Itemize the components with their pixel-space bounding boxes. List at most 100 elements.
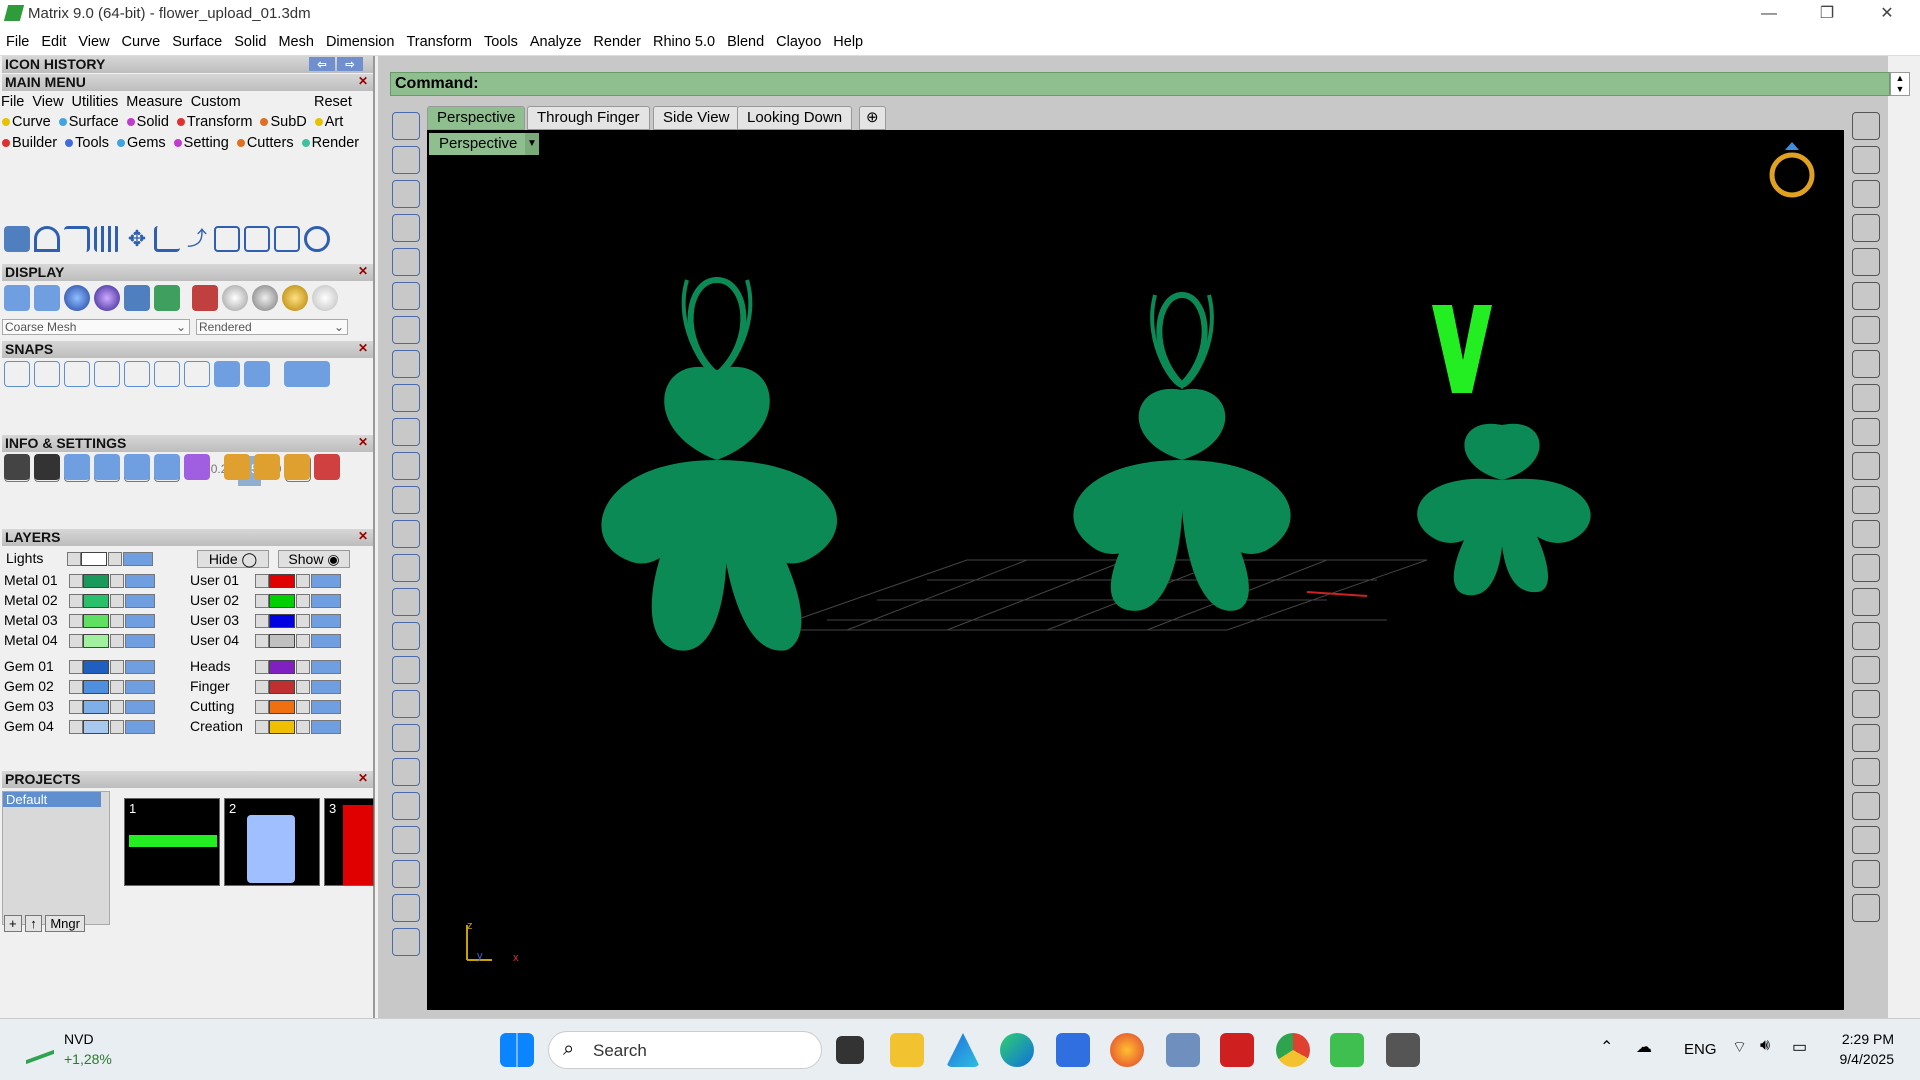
layer-name[interactable]: Gem 01: [4, 658, 68, 674]
lock-icon[interactable]: [296, 720, 310, 735]
render-mode-select[interactable]: Rendered ⌄: [196, 319, 348, 335]
layer-visible-icon[interactable]: [311, 660, 341, 675]
split-tool-icon[interactable]: [214, 226, 240, 252]
snap-near-icon[interactable]: [34, 361, 60, 387]
layer-color-swatch[interactable]: [83, 574, 109, 589]
expand-icon[interactable]: [255, 700, 269, 715]
layer-name[interactable]: Cutting: [190, 698, 254, 714]
layer-color-swatch[interactable]: [83, 614, 109, 629]
lock-icon[interactable]: [110, 614, 124, 629]
layer-row[interactable]: Metal 02: [4, 592, 155, 612]
maximize-button[interactable]: ❐: [1804, 0, 1850, 28]
mm-gems[interactable]: Gems: [117, 135, 166, 151]
mm-view[interactable]: View: [32, 94, 63, 110]
expand-icon[interactable]: [255, 660, 269, 675]
layer-row[interactable]: Gem 03: [4, 698, 155, 718]
project-default[interactable]: Default: [3, 792, 101, 807]
toolbar-tool-icon[interactable]: [392, 894, 420, 922]
close-icon[interactable]: ✕: [356, 772, 370, 786]
layer-name[interactable]: Gem 02: [4, 678, 68, 694]
layer-color-swatch[interactable]: [83, 680, 109, 695]
toolbar-tool-icon[interactable]: [392, 248, 420, 276]
lock-icon[interactable]: [110, 720, 124, 735]
toolbar-tool-icon[interactable]: [1852, 112, 1880, 140]
layer-visible-icon[interactable]: [125, 574, 155, 589]
menu-surface[interactable]: Surface: [166, 28, 228, 50]
toolbar-tool-icon[interactable]: [392, 214, 420, 242]
mm-setting[interactable]: Setting: [173, 135, 229, 151]
toolbar-tool-icon[interactable]: [392, 112, 420, 140]
snap-tan-icon[interactable]: [214, 361, 240, 387]
lock-icon[interactable]: [296, 634, 310, 649]
matrix-app-icon[interactable]: [1330, 1033, 1364, 1067]
toolbar-tool-icon[interactable]: [392, 316, 420, 344]
toolbar-tool-icon[interactable]: [1852, 588, 1880, 616]
stock-name[interactable]: NVD: [64, 1031, 94, 1047]
close-icon[interactable]: ✕: [356, 342, 370, 356]
mm-file[interactable]: File: [1, 94, 24, 110]
snap-int-icon[interactable]: [154, 361, 180, 387]
expand-icon[interactable]: [69, 594, 83, 609]
expand-icon[interactable]: [255, 634, 269, 649]
expand-icon[interactable]: [255, 614, 269, 629]
layer-visible-icon[interactable]: [125, 660, 155, 675]
material-icon[interactable]: [192, 285, 218, 311]
rendered-sphere-icon[interactable]: [94, 285, 120, 311]
toolbar-tool-icon[interactable]: [392, 724, 420, 752]
toolbar-tool-icon[interactable]: [1852, 248, 1880, 276]
shaded-sphere-icon[interactable]: [64, 285, 90, 311]
snap-mid-icon[interactable]: [94, 361, 120, 387]
mm-art[interactable]: Art: [314, 114, 343, 130]
toolbar-tool-icon[interactable]: [392, 418, 420, 446]
layer-color-swatch[interactable]: [269, 614, 295, 629]
layer-row[interactable]: Gem 02: [4, 678, 155, 698]
layer-color-swatch[interactable]: [83, 594, 109, 609]
minimize-button[interactable]: —: [1746, 0, 1792, 28]
technical-icon[interactable]: [154, 285, 180, 311]
edge-icon[interactable]: [1000, 1033, 1034, 1067]
mm-utilities[interactable]: Utilities: [72, 94, 119, 110]
layer-name[interactable]: User 02: [190, 592, 254, 608]
properties-icon[interactable]: [94, 454, 120, 480]
menu-dimension[interactable]: Dimension: [320, 28, 401, 50]
toolbar-tool-icon[interactable]: [1852, 520, 1880, 548]
toolbar-tool-icon[interactable]: [392, 622, 420, 650]
layer-name[interactable]: Metal 04: [4, 632, 68, 648]
expand-icon[interactable]: [255, 680, 269, 695]
menu-rhino[interactable]: Rhino 5.0: [647, 28, 721, 50]
up-project-icon[interactable]: ↑: [25, 915, 42, 932]
mm-custom[interactable]: Custom: [191, 94, 241, 110]
tab-looking-down[interactable]: Looking Down: [737, 106, 853, 130]
layer-color-swatch[interactable]: [269, 574, 295, 589]
mm-render[interactable]: Render: [301, 135, 359, 151]
layer-visible-icon[interactable]: [311, 680, 341, 695]
layer-name[interactable]: Metal 02: [4, 592, 68, 608]
arc-tool-icon[interactable]: [34, 226, 60, 252]
layer-name[interactable]: Gem 03: [4, 698, 68, 714]
notes-icon[interactable]: [124, 454, 150, 480]
toolbar-tool-icon[interactable]: [392, 588, 420, 616]
layer-color-swatch[interactable]: [269, 680, 295, 695]
layer-color-swatch[interactable]: [269, 700, 295, 715]
layer-name[interactable]: Finger: [190, 678, 254, 694]
layer-color-swatch[interactable]: [269, 594, 295, 609]
clock-date[interactable]: 9/4/2025: [1826, 1051, 1895, 1067]
layer-row[interactable]: User 01: [190, 572, 341, 592]
units-icon[interactable]: [64, 454, 90, 480]
menu-help[interactable]: Help: [827, 28, 869, 50]
toolbar-tool-icon[interactable]: [1852, 724, 1880, 752]
history-back-icon[interactable]: ⇦: [309, 57, 335, 71]
layer-row[interactable]: Gem 04: [4, 718, 155, 738]
layer-visible-icon[interactable]: [125, 700, 155, 715]
lock-icon[interactable]: [110, 594, 124, 609]
toolbar-tool-icon[interactable]: [392, 452, 420, 480]
toolbar-tool-icon[interactable]: [1852, 180, 1880, 208]
close-button[interactable]: ✕: [1864, 0, 1910, 28]
toolbar-tool-icon[interactable]: [1852, 350, 1880, 378]
white-gold-icon[interactable]: [312, 285, 338, 311]
layer-name[interactable]: User 03: [190, 612, 254, 628]
toolbar-tool-icon[interactable]: [392, 656, 420, 684]
task-view-icon[interactable]: [836, 1036, 864, 1064]
layer-color-swatch[interactable]: [83, 660, 109, 675]
toolbar-tool-icon[interactable]: [1852, 622, 1880, 650]
